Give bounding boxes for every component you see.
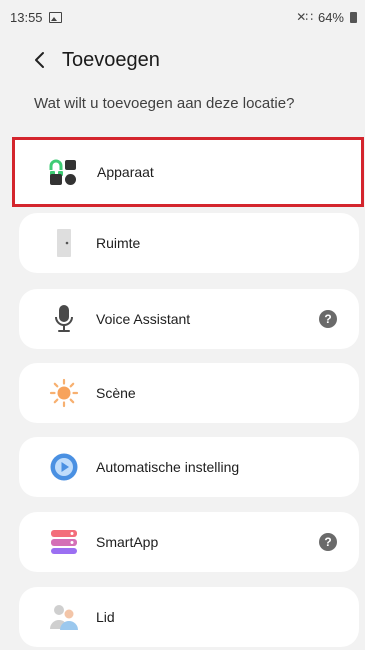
battery-percentage: 64% [317, 9, 344, 25]
page-title: Toevoegen [62, 48, 160, 71]
option-label: Automatische instelling [96, 459, 240, 475]
option-automation-button[interactable]: Automatische instelling [19, 437, 359, 497]
add-prompt-text: Wat wilt u toevoegen aan deze locatie? [34, 95, 295, 112]
option-label: Apparaat [97, 164, 154, 180]
option-smartapp-button[interactable]: SmartApp ? [19, 512, 359, 572]
option-label: Lid [96, 609, 115, 625]
room-door-icon [49, 228, 79, 258]
option-scene-button[interactable]: Scène [19, 363, 359, 423]
option-label: Ruimte [96, 235, 141, 251]
status-bar: 13:55 ✕∷ 64% [0, 0, 365, 34]
gallery-notification-icon [48, 11, 62, 23]
device-icon [48, 157, 78, 187]
option-label: SmartApp [96, 534, 159, 550]
automation-play-icon [49, 452, 79, 482]
help-icon[interactable]: ? [319, 310, 337, 328]
battery-icon [350, 11, 357, 23]
status-right: ✕∷ 64% [296, 10, 357, 25]
option-member-button[interactable]: Lid [19, 587, 359, 647]
app-header: Toevoegen [0, 40, 365, 80]
back-arrow-icon[interactable] [30, 50, 50, 70]
microphone-icon [49, 304, 79, 334]
signal-icon: ✕∷ [296, 10, 313, 24]
option-label: Scène [96, 385, 136, 401]
option-voice-assistant-button[interactable]: Voice Assistant ? [19, 289, 359, 349]
option-device-button[interactable]: Apparaat [12, 137, 364, 207]
status-time: 13:55 [10, 9, 43, 25]
status-left: 13:55 [10, 10, 62, 25]
members-icon [49, 602, 79, 632]
option-label: Voice Assistant [96, 311, 191, 327]
smartapp-icon [49, 527, 79, 557]
help-icon[interactable]: ? [319, 533, 337, 551]
option-room-button[interactable]: Ruimte [19, 213, 359, 273]
sun-scene-icon [49, 378, 79, 408]
